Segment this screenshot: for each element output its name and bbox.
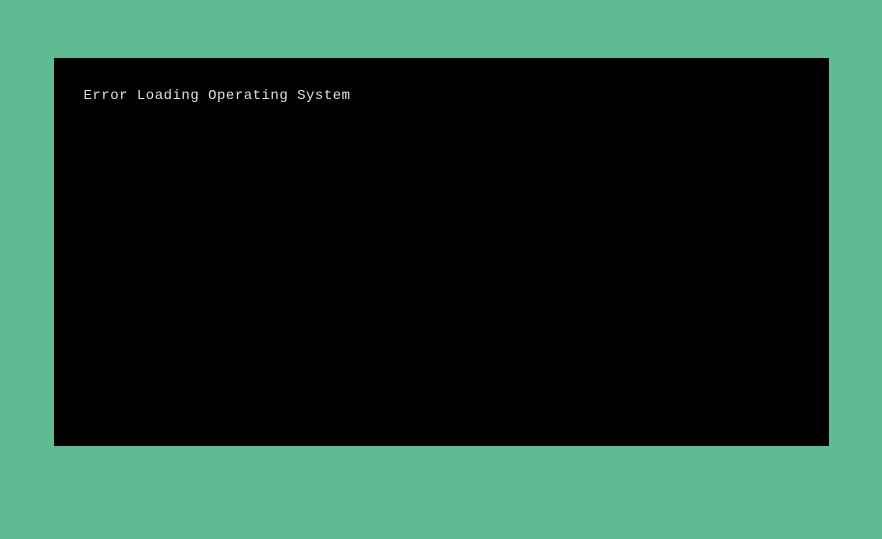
- boot-terminal: Error Loading Operating System: [54, 58, 829, 446]
- boot-error-message: Error Loading Operating System: [84, 88, 829, 104]
